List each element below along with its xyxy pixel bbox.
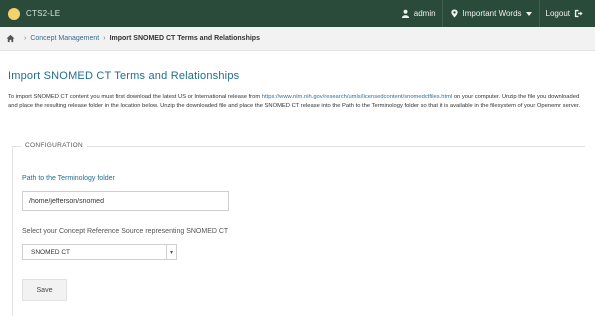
nlm-download-link[interactable]: https://www.nlm.nih.gov/research/umls/li… <box>262 94 452 100</box>
home-icon[interactable] <box>6 34 15 43</box>
breadcrumb-separator: › <box>24 35 27 42</box>
user-name: admin <box>413 9 436 18</box>
breadcrumb-separator: › <box>103 35 106 42</box>
configuration-legend: CONFIGURATION <box>21 142 87 149</box>
save-button[interactable]: Save <box>22 279 67 301</box>
terminology-path-input[interactable] <box>22 191 229 211</box>
path-label: Path to the Terminology folder <box>22 175 115 182</box>
selected-source: SNOMED CT <box>31 248 70 256</box>
page-title: Import SNOMED CT Terms and Relationships <box>8 70 240 82</box>
intro-text-part1: To import SNOMED CT content you must fir… <box>8 94 262 100</box>
brand[interactable]: CTS2-LE <box>8 7 60 20</box>
logout-link[interactable]: Logout <box>540 0 589 27</box>
workspace-dropdown[interactable]: Important Words <box>443 0 539 27</box>
breadcrumb-concept-management[interactable]: Concept Management <box>30 35 99 42</box>
chevron-down-icon <box>525 11 532 16</box>
breadcrumb: › Concept Management › Import SNOMED CT … <box>0 27 595 51</box>
top-navbar: CTS2-LE admin Important Words Logout <box>0 0 595 27</box>
map-marker-icon <box>450 9 458 18</box>
user-menu[interactable]: admin <box>395 0 442 27</box>
brand-logo <box>8 7 20 20</box>
breadcrumb-current: Import SNOMED CT Terms and Relationships <box>109 35 260 42</box>
chevron-down-icon: ▾ <box>166 245 176 259</box>
reference-source-select[interactable]: SNOMED CT ▾ <box>22 244 177 260</box>
logout-icon <box>574 9 583 18</box>
brand-name: CTS2-LE <box>26 9 61 18</box>
workspace-name: Important Words <box>462 9 522 18</box>
logout-label: Logout <box>545 9 570 18</box>
reference-source-label: Select your Concept Reference Source rep… <box>22 228 229 235</box>
user-icon <box>401 9 409 18</box>
navbar-right: admin Important Words Logout <box>395 0 589 27</box>
intro-text: To import SNOMED CT content you must fir… <box>8 93 588 110</box>
